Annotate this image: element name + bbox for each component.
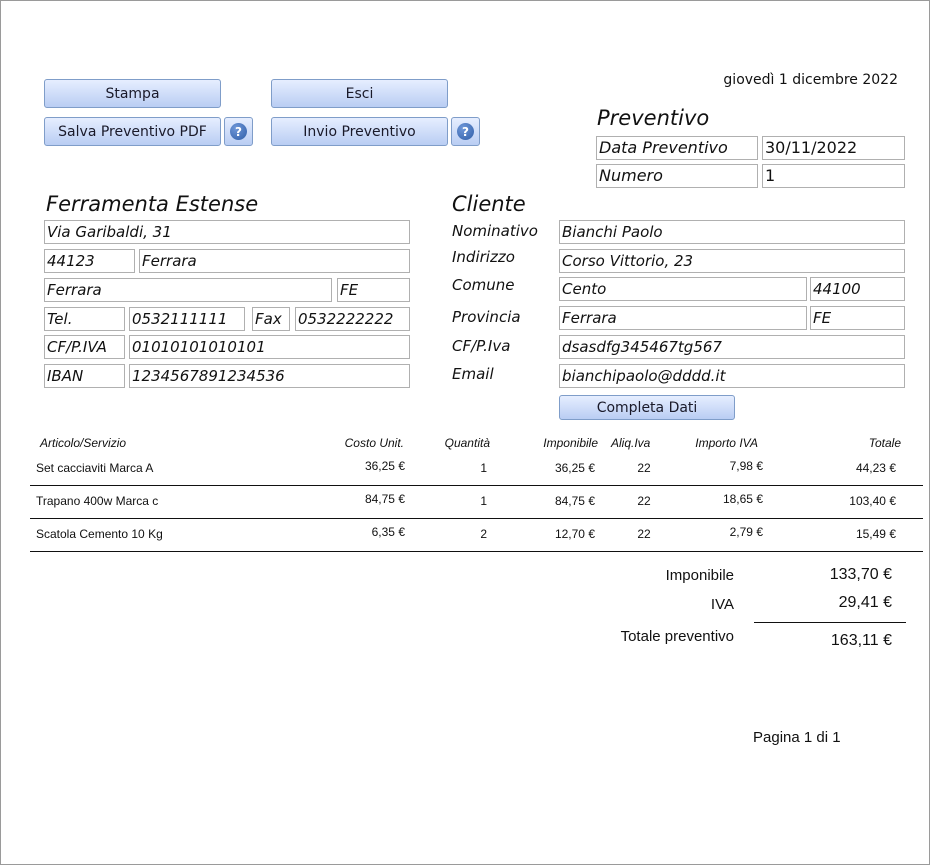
company-cap-field: 44123 — [44, 249, 135, 273]
client-name-field: Bianchi Paolo — [559, 220, 905, 244]
client-municipality-field: Cento — [559, 277, 807, 301]
client-name-label: Nominativo — [452, 222, 538, 240]
cell-unit-cost: 36,25 € — [364, 459, 405, 473]
col-header-unit-cost: Costo Unit. — [344, 436, 404, 450]
cell-vat-rate: 22 — [637, 461, 651, 475]
client-email-field: bianchipaolo@dddd.it — [559, 364, 905, 388]
company-province-field: FE — [337, 278, 410, 302]
col-header-vat-rate: Aliq.Iva — [611, 436, 651, 450]
totals-vat-value: 29,41 € — [838, 594, 892, 611]
cell-qty: 1 — [480, 461, 487, 475]
company-vat-label: CF/P.IVA — [44, 335, 125, 359]
col-header-taxable: Imponibile — [543, 436, 598, 450]
client-title: Cliente — [452, 192, 526, 216]
cell-vat-amount: 2,79 € — [729, 525, 763, 539]
client-address-label: Indirizzo — [452, 248, 515, 266]
col-header-vat-amount: Importo IVA — [695, 436, 758, 450]
quote-number-label: Numero — [596, 164, 758, 188]
cell-taxable: 36,25 € — [554, 461, 595, 475]
cell-item: Set cacciaviti Marca A — [36, 461, 154, 475]
cell-total: 44,23 € — [855, 461, 896, 475]
company-fax-label: Fax — [252, 307, 290, 331]
company-iban-label: IBAN — [44, 364, 125, 388]
cell-vat-rate: 22 — [637, 494, 651, 508]
cell-vat-amount: 7,98 € — [729, 459, 763, 473]
company-fax-field: 0532222222 — [295, 307, 410, 331]
client-email-label: Email — [452, 365, 494, 383]
col-header-total: Totale — [868, 436, 901, 450]
client-municipality-label: Comune — [452, 276, 515, 294]
cell-taxable: 12,70 € — [554, 527, 595, 541]
company-address-field: Via Garibaldi, 31 — [44, 220, 410, 244]
cell-unit-cost: 84,75 € — [364, 492, 405, 506]
client-vat-field: dsasdfg345467tg567 — [559, 335, 905, 359]
company-tel-label: Tel. — [44, 307, 125, 331]
cell-vat-rate: 22 — [637, 527, 651, 541]
send-quote-button[interactable]: Invio Preventivo — [271, 117, 448, 146]
quote-date-field: 30/11/2022 — [762, 136, 905, 160]
cell-total: 103,40 € — [849, 494, 896, 508]
help-icon: ? — [230, 123, 247, 140]
row-divider — [30, 518, 923, 519]
cell-qty: 1 — [480, 494, 487, 508]
page-counter: Pagina 1 di 1 — [753, 729, 841, 746]
totals-vat-label: IVA — [710, 596, 734, 613]
row-divider — [30, 485, 923, 486]
cell-item: Trapano 400w Marca c — [36, 494, 159, 508]
company-vat-field: 01010101010101 — [129, 335, 410, 359]
cell-unit-cost: 6,35 € — [371, 525, 405, 539]
col-header-item: Articolo/Servizio — [40, 436, 127, 450]
company-name: Ferramenta Estense — [46, 192, 259, 216]
quote-title: Preventivo — [597, 106, 710, 130]
send-quote-help-button[interactable]: ? — [451, 117, 480, 146]
complete-data-button[interactable]: Completa Dati — [559, 395, 735, 420]
quote-date-label: Data Preventivo — [596, 136, 758, 160]
cell-total: 15,49 € — [855, 527, 896, 541]
client-address-field: Corso Vittorio, 23 — [559, 249, 905, 273]
totals-total-value: 163,11 € — [830, 632, 892, 649]
company-tel-field: 0532111111 — [129, 307, 245, 331]
company-iban-field: 1234567891234536 — [129, 364, 410, 388]
col-header-qty: Quantità — [444, 436, 490, 450]
totals-taxable-label: Imponibile — [665, 567, 734, 584]
cell-qty: 2 — [480, 527, 487, 541]
print-button[interactable]: Stampa — [44, 79, 221, 108]
quote-number-field: 1 — [762, 164, 905, 188]
cell-vat-amount: 18,65 € — [722, 492, 763, 506]
totals-divider — [754, 622, 906, 623]
client-cap-field: 44100 — [810, 277, 905, 301]
totals-taxable-value: 133,70 € — [829, 566, 892, 583]
client-vat-label: CF/P.Iva — [452, 337, 511, 355]
totals-total-label: Totale preventivo — [620, 628, 734, 645]
company-municipality-field: Ferrara — [44, 278, 332, 302]
save-pdf-button[interactable]: Salva Preventivo PDF — [44, 117, 221, 146]
cell-taxable: 84,75 € — [554, 494, 595, 508]
client-province-label: Provincia — [452, 308, 521, 326]
row-divider — [30, 551, 923, 552]
cell-item: Scatola Cemento 10 Kg — [36, 527, 163, 541]
client-province-code-field: FE — [810, 306, 905, 330]
help-icon: ? — [457, 123, 474, 140]
client-province-field: Ferrara — [559, 306, 807, 330]
save-pdf-help-button[interactable]: ? — [224, 117, 253, 146]
exit-button[interactable]: Esci — [271, 79, 448, 108]
company-city-field: Ferrara — [139, 249, 410, 273]
report-date: giovedì 1 dicembre 2022 — [723, 72, 898, 88]
